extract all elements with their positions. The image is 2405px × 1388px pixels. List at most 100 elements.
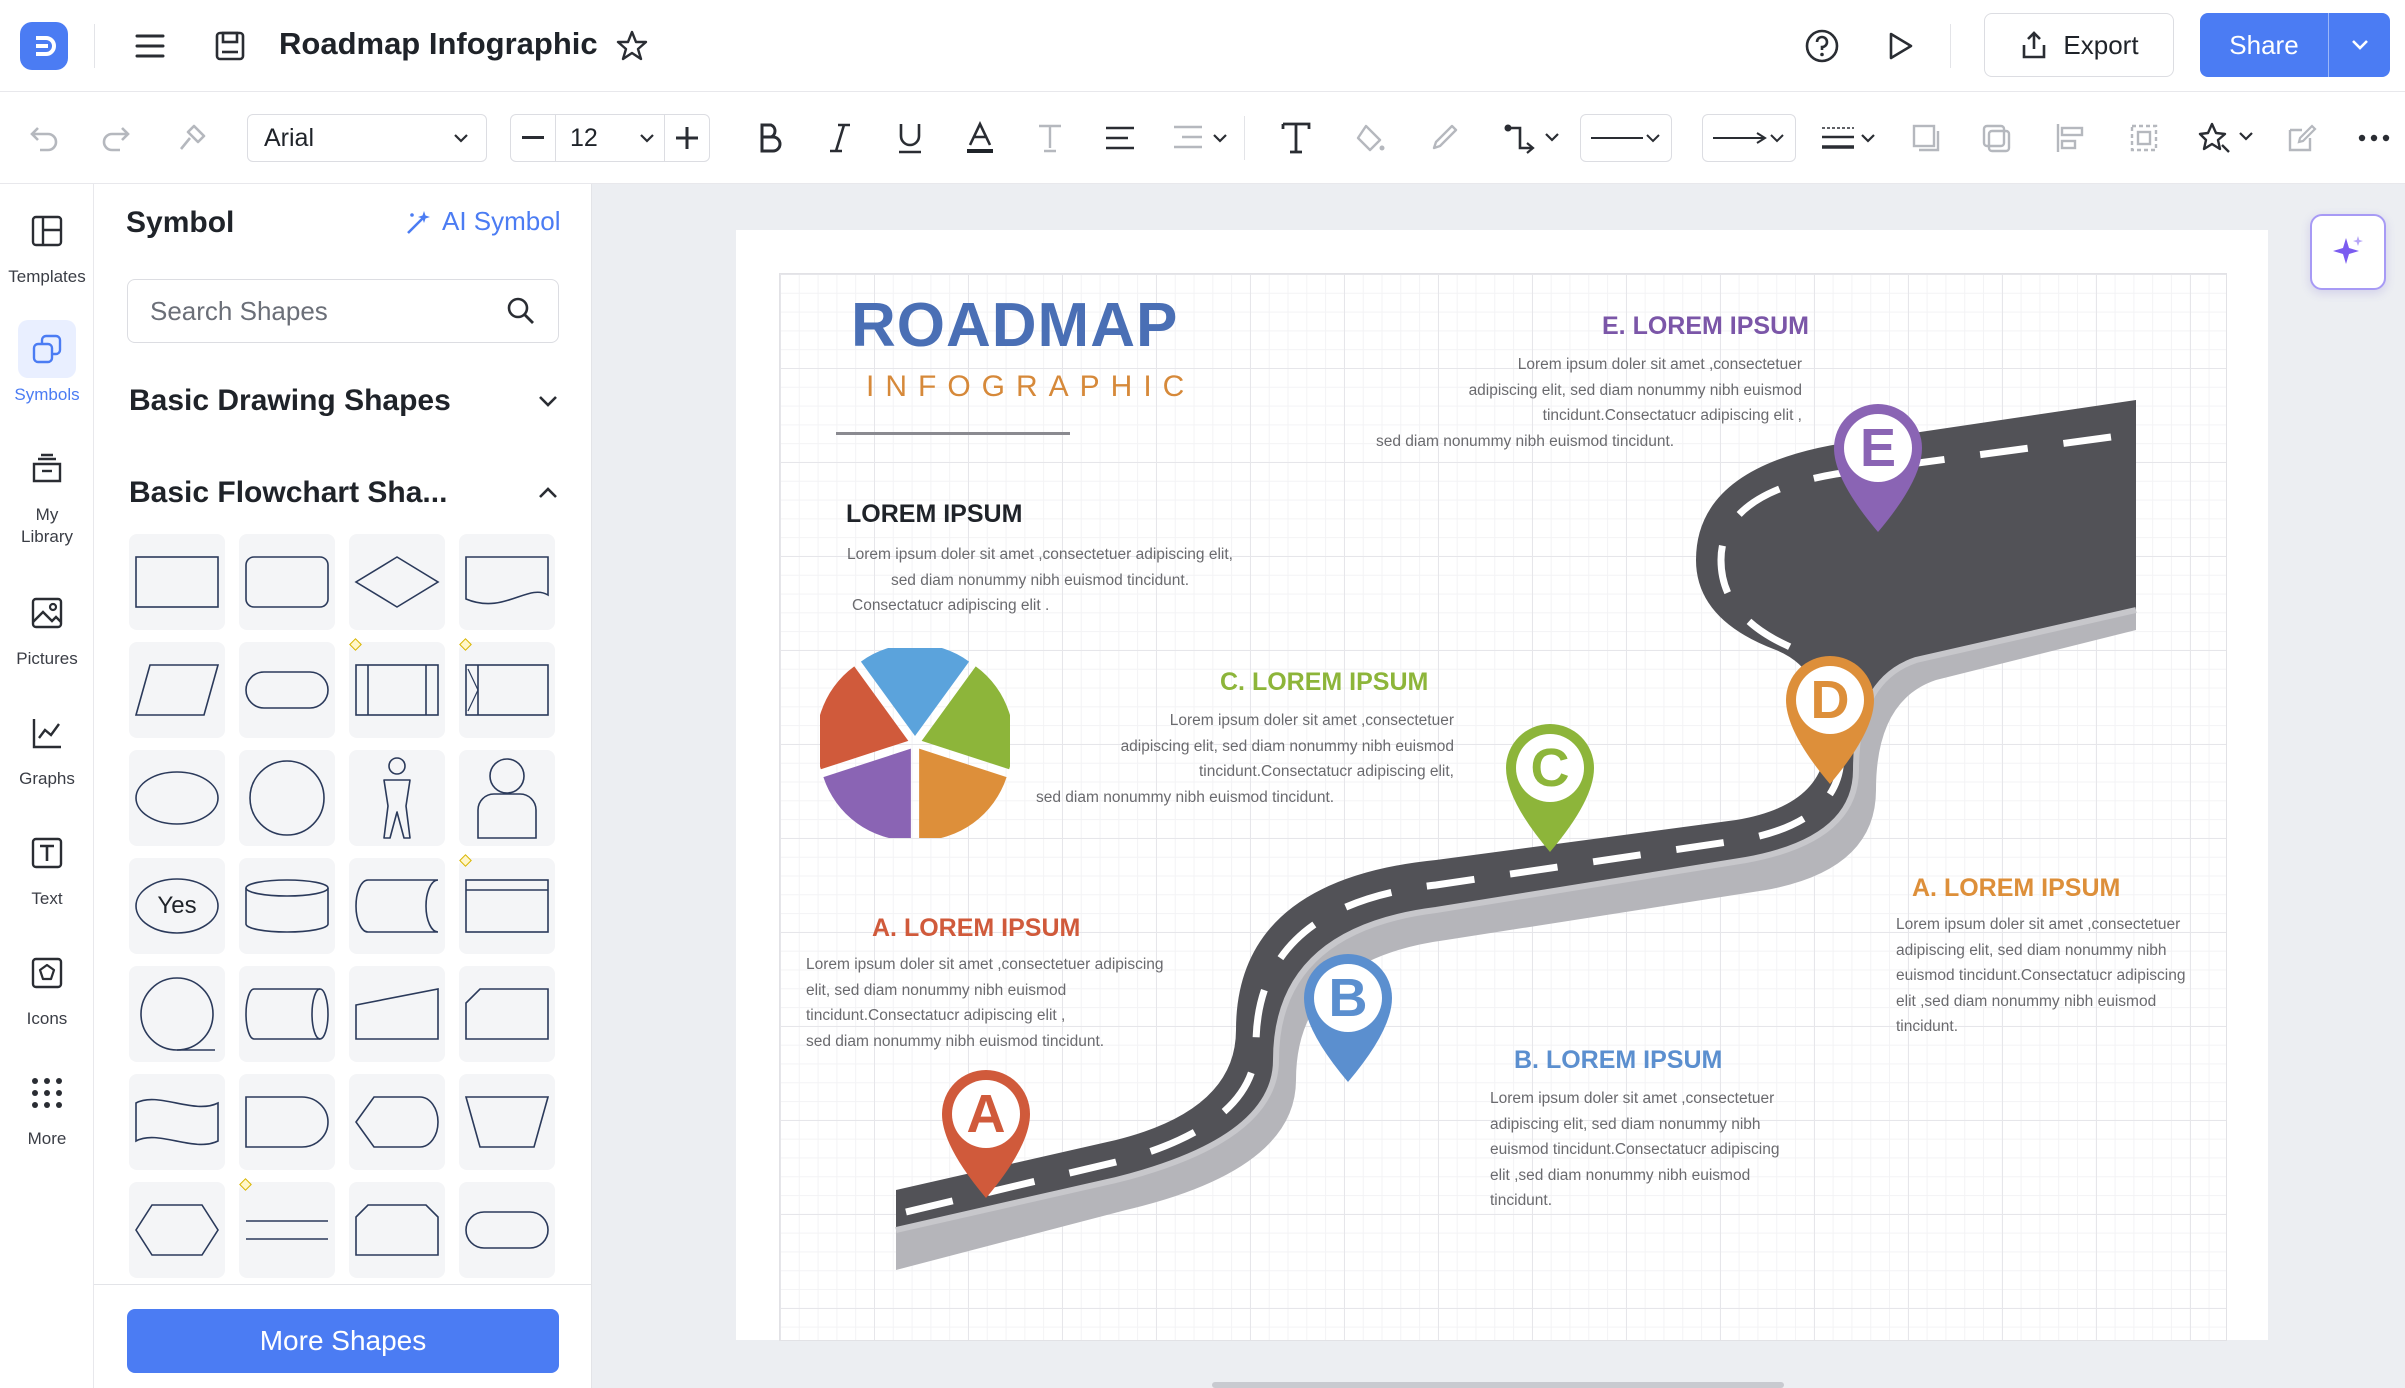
e-title[interactable]: E. LOREM IPSUM [1602,312,1809,341]
shape-punched-tape[interactable] [129,1074,225,1170]
line-style-select[interactable] [1580,114,1672,162]
font-size-value-box[interactable]: 12 [555,114,665,162]
share-button[interactable]: Share [2200,13,2390,77]
rail-item-icons[interactable]: Icons [0,944,94,1030]
export-button[interactable]: Export [1984,13,2174,77]
canvas-page[interactable]: A B C D E ROADMAP INFOGRAPHIC LOREM IPSU… [736,230,2268,1341]
shape-stored-data[interactable] [239,858,335,954]
increase-size-icon[interactable] [665,127,709,149]
shape-parallel-mode[interactable] [239,1182,335,1278]
play-icon[interactable] [1880,26,1920,66]
pin-c-icon[interactable]: C [1500,720,1600,856]
more-shapes-button[interactable]: More Shapes [127,1309,559,1373]
shape-off-page[interactable] [459,966,555,1062]
ai-symbol-button[interactable]: AI Symbol [404,206,561,237]
pin-e-icon[interactable]: E [1828,400,1928,536]
shape-actor[interactable] [349,750,445,846]
shape-stored-data-2[interactable] [349,858,445,954]
shape-circle[interactable] [239,750,335,846]
canvas-area[interactable]: A B C D E ROADMAP INFOGRAPHIC LOREM IPSU… [592,184,2405,1388]
align-icon[interactable] [1098,92,1142,184]
infographic-subtitle[interactable]: INFOGRAPHIC [866,370,1195,404]
shape-internal-storage[interactable] [459,642,555,738]
shape-preparation[interactable] [129,1182,225,1278]
b-title[interactable]: B. LOREM IPSUM [1514,1046,1722,1075]
shape-process[interactable] [129,534,225,630]
a-right-title[interactable]: A. LOREM IPSUM [1912,874,2120,903]
rail-item-graphs[interactable]: Graphs [0,704,94,790]
decrease-size-icon[interactable] [511,136,555,140]
connector-icon[interactable] [1500,92,1564,184]
shape-alternate-process[interactable] [239,534,335,630]
shape-terminal[interactable] [459,1182,555,1278]
logo-icon[interactable] [20,22,68,70]
arrow-style-select[interactable] [1702,114,1796,162]
shape-sequential-data[interactable] [129,966,225,1062]
underline-icon[interactable] [888,92,932,184]
edit-icon[interactable] [2280,92,2324,184]
a-left-title[interactable]: A. LOREM IPSUM [872,914,1080,943]
redo-icon[interactable] [94,92,138,184]
font-family-select[interactable]: Arial [247,114,487,162]
fill-icon[interactable] [1348,92,1392,184]
horizontal-scrollbar[interactable] [1212,1382,1784,1388]
shape-delay[interactable] [239,1074,335,1170]
text-style-icon[interactable] [1028,92,1072,184]
back-icon[interactable] [1974,92,2018,184]
shape-display[interactable] [349,1074,445,1170]
rail-item-templates[interactable]: Templates [0,202,94,288]
a-right-body[interactable]: Lorem ipsum doler sit amet ,consectetuer… [1896,912,2216,1040]
c-title[interactable]: C. LOREM IPSUM [1220,668,1428,697]
star-icon[interactable] [612,26,652,66]
align-objects-icon[interactable] [2048,92,2092,184]
search-input[interactable] [150,295,480,327]
shape-yes-terminator[interactable]: Yes [129,858,225,954]
shape-user[interactable] [459,750,555,846]
pin-d-icon[interactable]: D [1780,652,1880,788]
shape-data[interactable] [129,642,225,738]
shape-direct-data[interactable] [239,966,335,1062]
shape-manual-operation[interactable] [459,1074,555,1170]
font-color-icon[interactable] [958,92,1002,184]
search-icon[interactable] [506,296,536,326]
front-icon[interactable] [1904,92,1948,184]
font-size-stepper[interactable]: 12 [510,114,710,162]
shape-document[interactable] [459,534,555,630]
line-color-icon[interactable] [1422,92,1466,184]
e-body[interactable]: Lorem ipsum doler sit amet ,consectetuer… [1376,352,1802,454]
section-basic-flowchart-shapes[interactable]: Basic Flowchart Sha... [129,476,559,510]
rail-item-symbols[interactable]: Symbols [0,320,94,406]
document-title[interactable]: Roadmap Infographic [279,26,598,62]
rail-item-pictures[interactable]: Pictures [0,584,94,670]
format-painter-icon[interactable] [170,92,214,184]
a-left-body[interactable]: Lorem ipsum doler sit amet ,consectetuer… [806,952,1206,1054]
shape-card[interactable] [459,858,555,954]
shape-ellipse[interactable] [129,750,225,846]
chevron-down-icon[interactable] [2329,38,2390,52]
pin-b-icon[interactable]: B [1298,950,1398,1086]
search-box[interactable] [127,279,559,343]
more-icon[interactable] [2352,92,2396,184]
rail-item-text[interactable]: Text [0,824,94,910]
group-icon[interactable] [2122,92,2166,184]
shape-loop-limit[interactable] [349,1182,445,1278]
line-weight-icon[interactable] [1818,92,1882,184]
undo-icon[interactable] [22,92,66,184]
shape-predefined-process[interactable] [349,642,445,738]
c-body[interactable]: Lorem ipsum doler sit amet ,consectetuer… [1036,708,1454,810]
menu-icon[interactable] [130,26,170,66]
italic-icon[interactable] [818,92,862,184]
ai-assistant-button[interactable] [2310,214,2386,290]
b-body[interactable]: Lorem ipsum doler sit amet ,consectetuer… [1490,1086,1810,1214]
pie-graphic[interactable] [820,648,1010,838]
spacing-icon[interactable] [1168,92,1232,184]
lorem-title[interactable]: LOREM IPSUM [846,500,1022,529]
section-basic-drawing-shapes[interactable]: Basic Drawing Shapes [129,384,559,418]
pin-a-icon[interactable]: A [936,1066,1036,1202]
help-icon[interactable] [1802,26,1842,66]
rail-item-my-library[interactable]: My Library [0,440,94,548]
save-icon[interactable] [210,26,250,66]
shape-manual-input[interactable] [349,966,445,1062]
effects-icon[interactable] [2196,92,2260,184]
shape-decision[interactable] [349,534,445,630]
